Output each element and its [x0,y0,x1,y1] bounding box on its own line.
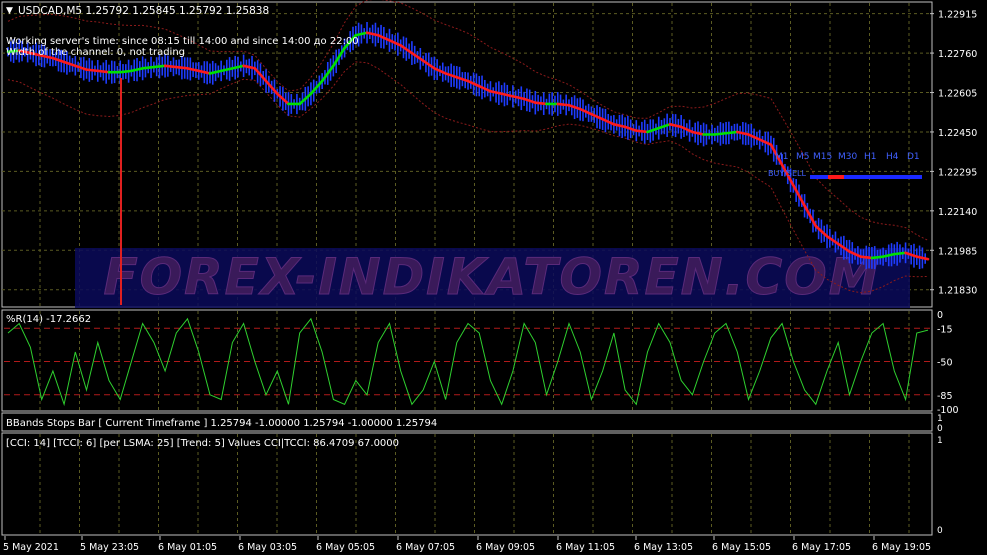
wpr-tick-label: -85 [937,391,953,402]
time-tick-label: 5 May 2021 [3,542,59,553]
channel-width-info: Width of the channel: 0, not trading [6,47,185,58]
time-tick-label: 6 May 01:05 [158,542,217,553]
ma-segment-up [152,64,167,69]
time-tick-label: 6 May 15:05 [712,542,771,553]
wpr-panel[interactable]: %R(14) -17.2662 0-15-50-85-100 [1,309,959,416]
server-time-info: Working server's time: since 08:15 till … [6,36,359,47]
ma-segment-down [534,101,548,106]
price-tick-label: 1.22295 [938,167,977,178]
time-tick-label: 6 May 09:05 [476,542,535,553]
price-tick-label: 1.22450 [938,128,977,139]
cci-tick-top: 1 [937,436,943,446]
ma-segment-down [174,65,189,70]
time-tick-label: 6 May 05:05 [316,542,375,553]
time-tick-label: 6 May 17:05 [792,542,851,553]
time-tick-label: 6 May 13:05 [634,542,693,553]
cci-panel[interactable]: [CCI: 14] [TCCI: 6] [per LSMA: 25] [Tren… [1,432,943,536]
buysell-bar-red [828,175,844,179]
ma-segment-up [713,131,728,136]
time-tick-label: 5 May 23:05 [80,542,139,553]
chart-menu-arrow-icon[interactable]: ▼ [6,6,13,16]
bbands-tick-bottom: 0 [937,424,943,434]
cci-label: [CCI: 14] [TCCI: 6] [per LSMA: 25] [Tren… [6,438,399,449]
wpr-tick-label: 0 [937,310,943,321]
price-tick-label: 1.22915 [938,10,977,21]
price-axis: 1.22915 1.22760 1.22605 1.22450 1.22295 1.221… [930,10,977,297]
timeframe-label: D1 [907,152,920,162]
price-tick-label: 1.22140 [938,207,977,218]
timeframe-label: M1 [775,152,789,162]
timeframe-label: M30 [838,152,857,162]
wpr-axis: 0-15-50-85-100 [937,310,959,416]
price-tick-label: 1.21985 [938,246,977,257]
wpr-tick-label: -50 [937,358,953,369]
watermark-text: FOREX-INDIKATOREN.COM [104,248,881,306]
price-tick-label: 1.22605 [938,89,977,100]
timeframe-label: M5 [796,152,810,162]
ma-segment-down [96,69,111,74]
bbands-tick-top: 1 [937,414,943,424]
ma-segment-up [724,130,739,135]
price-tick-label: 1.21830 [938,286,977,297]
time-tick-label: 6 May 11:05 [556,542,615,553]
timeframe-labels: M1 M5 M15 M30 H1 H4 D1 [775,152,920,162]
time-tick-label: 6 May 07:05 [396,542,455,553]
buysell-bar-sell [810,175,828,179]
wpr-label: %R(14) -17.2662 [6,314,91,325]
cci-tick-bottom: 0 [937,526,943,536]
time-axis: 5 May 2021 5 May 23:05 6 May 01:05 6 May 03… [3,536,931,553]
timeframe-label: H4 [886,152,899,162]
wpr-tick-label: -15 [937,324,953,335]
buysell-bar-buy [844,175,922,179]
bbands-label: BBands Stops Bar [ Current Timeframe ] 1… [6,418,437,429]
ma-segment-down [634,129,649,134]
ma-segment-down [85,68,100,73]
main-price-panel[interactable]: FOREX-INDIKATOREN.COM 1.229151.227601.22… [1,0,977,308]
ma-segment-up [141,65,156,70]
time-tick-label: 6 May 03:05 [238,542,297,553]
mt4-chart-window[interactable]: FOREX-INDIKATOREN.COM 1.229151.227601.22… [0,0,987,555]
bbands-stops-panel[interactable]: BBands Stops Bar [ Current Timeframe ] 1… [1,412,943,434]
ma-segment-up [870,255,885,260]
buysell-label: BUY/SELL [768,169,807,178]
ma-segment-down [859,255,874,260]
timeframe-label: M15 [813,152,832,162]
time-tick-label: 6 May 19:05 [872,542,931,553]
ma-segment-up [118,69,133,74]
timeframe-label: H1 [864,152,877,162]
ma-segment-down [163,64,178,69]
price-tick-label: 1.22760 [938,49,977,60]
ma-segment-up [893,251,907,256]
buysell-indicator-bar [810,175,922,179]
ma-segment-down [556,102,571,107]
symbol-header: USDCAD,M5 1.25792 1.25845 1.25792 1.2583… [18,5,269,17]
